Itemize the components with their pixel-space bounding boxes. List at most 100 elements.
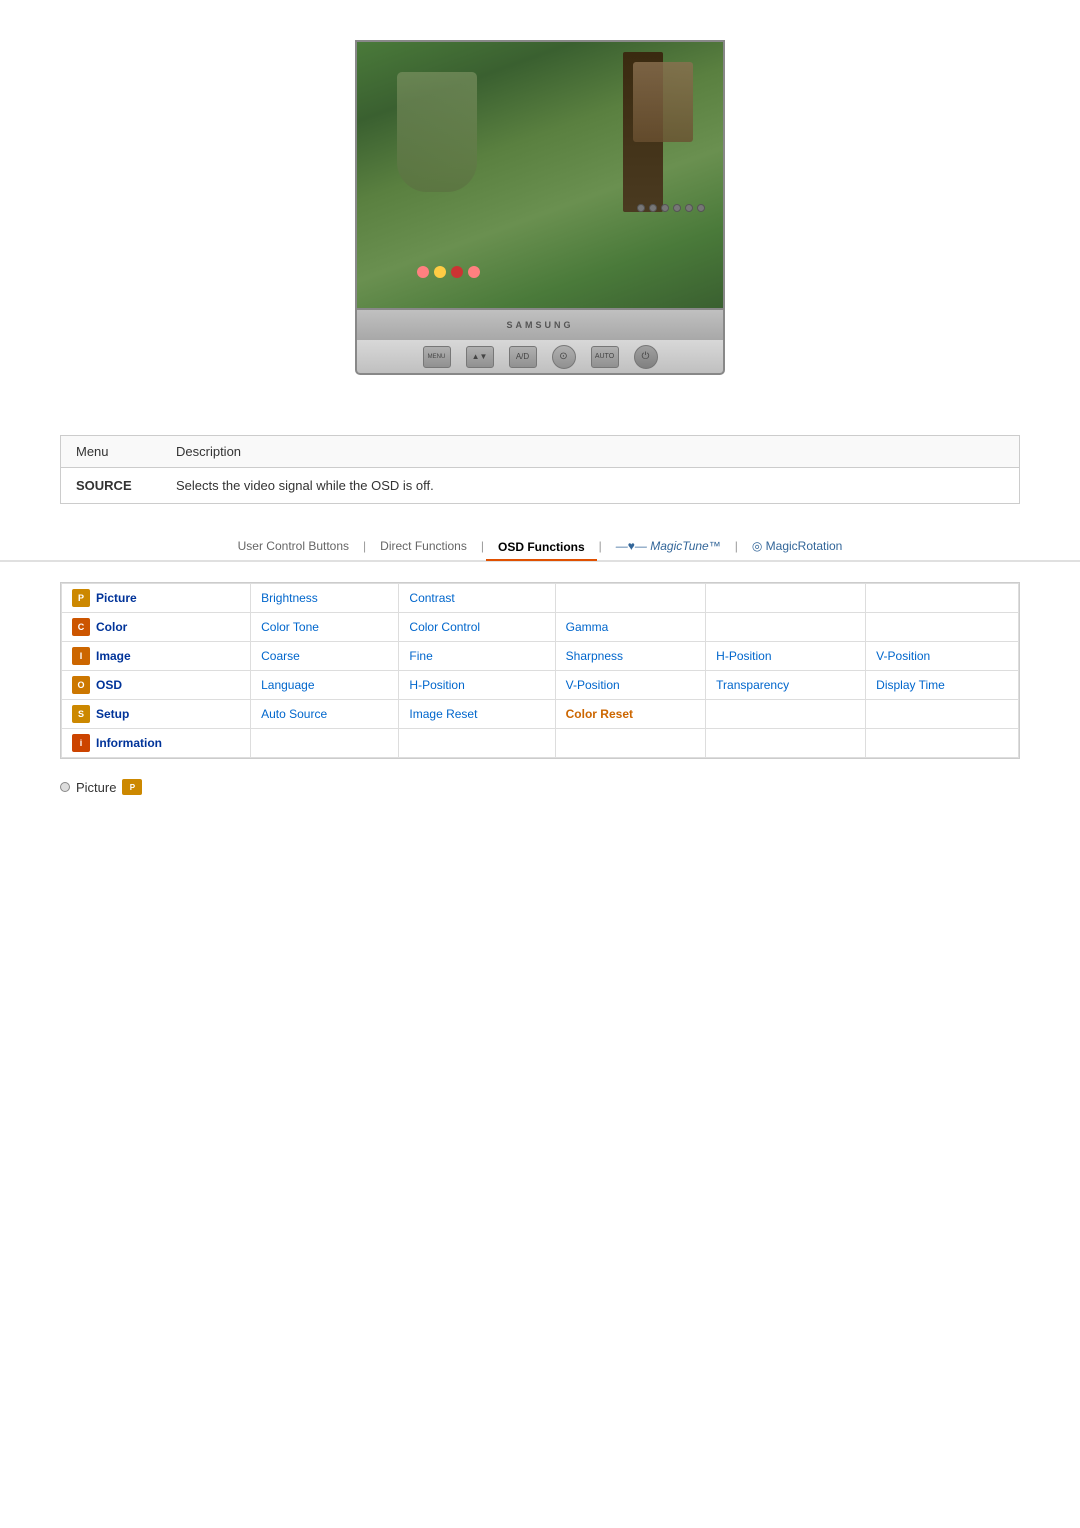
menu-description-table: Menu Description SOURCE Selects the vide… xyxy=(61,436,1019,503)
information-menu-cell: i Information xyxy=(62,729,251,758)
image-menu-cell: I Image xyxy=(62,642,251,671)
dot1 xyxy=(637,204,645,212)
info-icon: i xyxy=(72,734,90,752)
flower-pink2 xyxy=(468,266,480,278)
contrast-cell[interactable]: Contrast xyxy=(399,584,555,613)
language-link[interactable]: Language xyxy=(261,678,314,692)
tab-osd-functions[interactable]: OSD Functions xyxy=(486,535,597,561)
dot4 xyxy=(673,204,681,212)
color-control-link[interactable]: Color Control xyxy=(409,620,480,634)
nav-tabs-section: User Control Buttons | Direct Functions … xyxy=(0,534,1080,562)
picture-label: Picture xyxy=(96,591,137,605)
language-cell[interactable]: Language xyxy=(251,671,399,700)
empty-i4 xyxy=(706,729,866,758)
source-label: SOURCE xyxy=(61,468,161,504)
color-tone-link[interactable]: Color Tone xyxy=(261,620,319,634)
empty-i5 xyxy=(866,729,1019,758)
display-time-cell[interactable]: Display Time xyxy=(866,671,1019,700)
flower-yellow xyxy=(434,266,446,278)
tab-user-control[interactable]: User Control Buttons xyxy=(226,534,361,558)
flowers-decoration xyxy=(417,266,480,278)
brightness-link[interactable]: Brightness xyxy=(261,591,318,605)
tree-decoration xyxy=(623,52,663,212)
transparency-cell[interactable]: Transparency xyxy=(706,671,866,700)
empty-i3 xyxy=(555,729,706,758)
hposition-image-cell[interactable]: H-Position xyxy=(706,642,866,671)
picture-icon: P xyxy=(72,589,90,607)
menu-description-section: Menu Description SOURCE Selects the vide… xyxy=(60,435,1020,504)
monitor-dots xyxy=(637,204,705,212)
radio-button xyxy=(60,782,70,792)
tab-magicrotation[interactable]: ◎ MagicRotation xyxy=(740,534,855,558)
image-reset-cell[interactable]: Image Reset xyxy=(399,700,555,729)
menu-button[interactable]: MENU xyxy=(423,346,451,368)
picture-label-section: Picture P xyxy=(60,779,1020,795)
power-button[interactable]: ⏻ xyxy=(634,345,658,369)
select-button[interactable]: ⊙ xyxy=(552,345,576,369)
picture-icon-inline: P xyxy=(122,779,142,795)
vposition-osd-cell[interactable]: V-Position xyxy=(555,671,706,700)
color-reset-cell[interactable]: Color Reset xyxy=(555,700,706,729)
picture-menu-item: P Picture xyxy=(72,589,240,607)
transparency-link[interactable]: Transparency xyxy=(716,678,789,692)
tab-direct-functions[interactable]: Direct Functions xyxy=(368,534,479,558)
sep3: | xyxy=(599,539,602,553)
sharpness-link[interactable]: Sharpness xyxy=(566,649,623,663)
auto-source-cell[interactable]: Auto Source xyxy=(251,700,399,729)
empty-p2 xyxy=(706,584,866,613)
hposition-osd-link[interactable]: H-Position xyxy=(409,678,464,692)
empty-i1 xyxy=(251,729,399,758)
color-control-cell[interactable]: Color Control xyxy=(399,613,555,642)
color-reset-link[interactable]: Color Reset xyxy=(566,707,633,721)
color-menu-cell: C Color xyxy=(62,613,251,642)
sep1: | xyxy=(363,539,366,553)
color-tone-cell[interactable]: Color Tone xyxy=(251,613,399,642)
empty-s2 xyxy=(866,700,1019,729)
sharpness-cell[interactable]: Sharpness xyxy=(555,642,706,671)
osd-menu-cell: O OSD xyxy=(62,671,251,700)
display-time-link[interactable]: Display Time xyxy=(876,678,945,692)
dot5 xyxy=(685,204,693,212)
setup-label: Setup xyxy=(96,707,129,721)
gamma-cell[interactable]: Gamma xyxy=(555,613,706,642)
empty-p3 xyxy=(866,584,1019,613)
image-label: Image xyxy=(96,649,131,663)
sep4: | xyxy=(735,539,738,553)
empty-c2 xyxy=(866,613,1019,642)
col-menu-header: Menu xyxy=(61,436,161,468)
dot2 xyxy=(649,204,657,212)
coarse-cell[interactable]: Coarse xyxy=(251,642,399,671)
setup-menu-row: S Setup Auto Source Image Reset Color Re… xyxy=(62,700,1019,729)
brightness-cell[interactable]: Brightness xyxy=(251,584,399,613)
monitor-section: SAMSUNG MENU ▲▼ A/D ⊙ AUTO ⏻ xyxy=(0,0,1080,405)
vposition-osd-link[interactable]: V-Position xyxy=(566,678,620,692)
monitor-screen xyxy=(355,40,725,310)
auto-button[interactable]: AUTO xyxy=(591,346,619,368)
fine-link[interactable]: Fine xyxy=(409,649,432,663)
vposition-image-link[interactable]: V-Position xyxy=(876,649,930,663)
picture-menu-cell: P Picture xyxy=(62,584,251,613)
samsung-logo: SAMSUNG xyxy=(506,320,573,330)
auto-source-link[interactable]: Auto Source xyxy=(261,707,327,721)
color-icon: C xyxy=(72,618,90,636)
osd-menu-item: O OSD xyxy=(72,676,240,694)
flower-pink xyxy=(417,266,429,278)
sep2: | xyxy=(481,539,484,553)
col-desc-header: Description xyxy=(161,436,1019,468)
monitor-controls: MENU ▲▼ A/D ⊙ AUTO ⏻ xyxy=(355,340,725,375)
gamma-link[interactable]: Gamma xyxy=(566,620,609,634)
hposition-osd-cell[interactable]: H-Position xyxy=(399,671,555,700)
vposition-image-cell[interactable]: V-Position xyxy=(866,642,1019,671)
tab-magictune[interactable]: —♥— MagicTune™ xyxy=(604,534,733,558)
contrast-link[interactable]: Contrast xyxy=(409,591,454,605)
updown-button[interactable]: ▲▼ xyxy=(466,346,494,368)
color-menu-item: C Color xyxy=(72,618,240,636)
adc-button[interactable]: A/D xyxy=(509,346,537,368)
fine-cell[interactable]: Fine xyxy=(399,642,555,671)
osd-label: OSD xyxy=(96,678,122,692)
source-description: Selects the video signal while the OSD i… xyxy=(161,468,1019,504)
empty-s1 xyxy=(706,700,866,729)
image-reset-link[interactable]: Image Reset xyxy=(409,707,477,721)
hposition-image-link[interactable]: H-Position xyxy=(716,649,771,663)
coarse-link[interactable]: Coarse xyxy=(261,649,300,663)
